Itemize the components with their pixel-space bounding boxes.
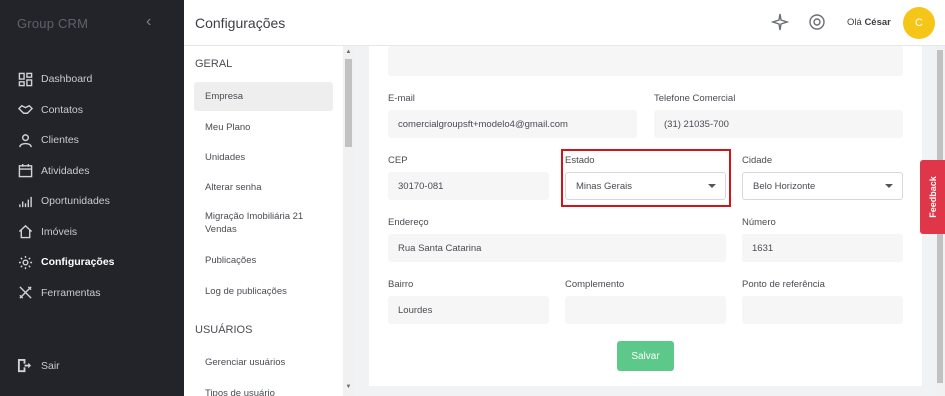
submenu-item-migracao[interactable]: Migração Imobiliária 21 Vendas (194, 205, 333, 241)
cidade-select[interactable]: Belo Horizonte (742, 172, 903, 200)
phone-field[interactable]: (31) 21035-700 (654, 110, 903, 138)
submenu-item-tipos-usuario[interactable]: Tipos de usuário (194, 379, 333, 396)
cidade-selected-value: Belo Horizonte (753, 180, 816, 192)
feedback-label: Feedback (927, 176, 938, 218)
user-greeting: Olá César (847, 17, 891, 28)
sidebar-item-label: Ferramentas (41, 286, 101, 299)
chevron-down-icon (885, 184, 893, 188)
submenu-section-usuarios: USUÁRIOS (195, 324, 253, 336)
user-name: César (864, 17, 891, 28)
sidebar-item-label: Clientes (41, 134, 79, 147)
email-label: E-mail (388, 93, 415, 104)
logout-label: Sair (41, 360, 60, 372)
referencia-field[interactable] (742, 296, 903, 324)
sidebar-item-contatos[interactable]: Contatos (0, 95, 184, 126)
submenu-item-unidades[interactable]: Unidades (194, 143, 333, 171)
dashboard-icon (17, 71, 33, 87)
calendar-icon (17, 163, 33, 179)
submenu-item-log-publicacoes[interactable]: Log de publicações (194, 277, 333, 305)
previous-field[interactable] (388, 46, 903, 76)
sidebar-item-clientes[interactable]: Clientes (0, 125, 184, 156)
chart-icon (17, 193, 33, 209)
cidade-label: Cidade (742, 155, 773, 166)
sidebar-item-label: Atividades (41, 164, 90, 177)
numero-label: Número (742, 217, 776, 228)
submenu-item-empresa[interactable]: Empresa (194, 82, 333, 111)
cep-label: CEP (388, 155, 408, 166)
handshake-icon (17, 102, 33, 118)
estado-highlight-box (561, 149, 731, 207)
feedback-tab[interactable]: Feedback (920, 160, 945, 234)
sidebar-item-label: Configurações (41, 256, 115, 269)
sidebar: Group CRM ‹ Dashboard Contatos Clientes … (0, 0, 184, 396)
submenu-scroll-thumb[interactable] (345, 59, 352, 147)
save-button[interactable]: Salvar (617, 341, 674, 371)
collapse-sidebar-icon[interactable]: ‹ (146, 13, 151, 31)
scroll-down-icon[interactable]: ▼ (345, 384, 352, 390)
brand-logo: Group CRM (17, 16, 89, 31)
company-form-card (369, 46, 922, 386)
avatar[interactable]: C (903, 7, 935, 39)
phone-label: Telefone Comercial (654, 93, 736, 104)
sidebar-item-label: Dashboard (41, 73, 93, 86)
sidebar-item-configuracoes[interactable]: Configurações (0, 247, 184, 278)
gear-icon (17, 254, 33, 270)
sidebar-item-label: Imóveis (41, 225, 78, 238)
top-header: Configurações Olá César C (184, 0, 945, 46)
sidebar-item-imoveis[interactable]: Imóveis (0, 217, 184, 248)
home-icon (17, 224, 33, 240)
sidebar-item-label: Oportunidades (41, 195, 110, 208)
sparkle-icon[interactable] (770, 13, 790, 31)
scroll-up-icon[interactable]: ▲ (345, 49, 352, 55)
cep-field[interactable]: 30170-081 (388, 172, 549, 200)
email-field[interactable]: comercialgroupsft+modelo4@gmail.com (388, 110, 637, 138)
endereco-label: Endereço (388, 217, 429, 228)
bairro-label: Bairro (388, 279, 414, 290)
submenu-item-gerenciar-usuarios[interactable]: Gerenciar usuários (194, 348, 333, 376)
bairro-field[interactable]: Lourdes (388, 296, 549, 324)
settings-submenu: GERAL Empresa Meu Plano Unidades Alterar… (184, 46, 354, 396)
referencia-label: Ponto de referência (742, 279, 825, 290)
submenu-item-publicacoes[interactable]: Publicações (194, 246, 333, 274)
numero-field[interactable]: 1631 (742, 234, 903, 262)
sidebar-nav: Dashboard Contatos Clientes Atividades O… (0, 64, 184, 308)
complemento-label: Complemento (565, 279, 625, 290)
logout-icon (17, 358, 33, 374)
sidebar-item-ferramentas[interactable]: Ferramentas (0, 278, 184, 309)
logout-button[interactable]: Sair (17, 358, 60, 374)
greeting-text: Olá (847, 17, 862, 28)
settings-gear-icon[interactable] (808, 13, 826, 31)
submenu-section-geral: GERAL (195, 58, 233, 70)
sidebar-item-label: Contatos (41, 103, 84, 116)
complemento-field[interactable] (565, 296, 726, 324)
page-title: Configurações (195, 15, 286, 31)
endereco-field[interactable]: Rua Santa Catarina (388, 234, 726, 262)
sidebar-item-oportunidades[interactable]: Oportunidades (0, 186, 184, 217)
submenu-item-meu-plano[interactable]: Meu Plano (194, 113, 333, 141)
sidebar-item-atividades[interactable]: Atividades (0, 156, 184, 187)
sidebar-item-dashboard[interactable]: Dashboard (0, 64, 184, 95)
tools-icon (17, 285, 33, 301)
user-icon (17, 132, 33, 148)
submenu-item-alterar-senha[interactable]: Alterar senha (194, 173, 333, 201)
